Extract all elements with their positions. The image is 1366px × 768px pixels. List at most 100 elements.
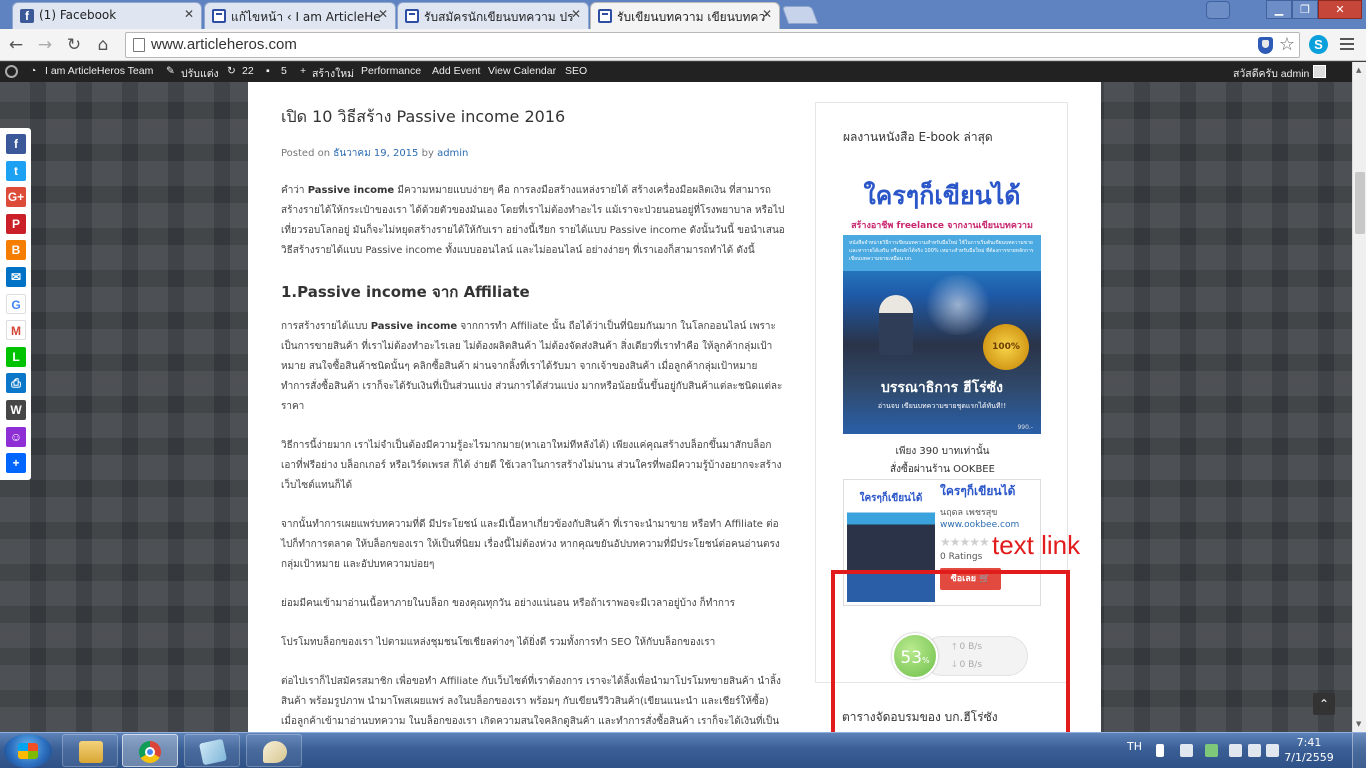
network-icon[interactable] [1248, 744, 1261, 757]
post-title[interactable]: เปิด 10 วิธีสร้าง Passive income 2016 [281, 105, 786, 130]
facebook-icon[interactable]: f [6, 134, 26, 154]
widget-title: ผลงานหนังสือ E-book ล่าสุด [843, 130, 993, 144]
hamburger-menu-icon[interactable] [1340, 38, 1354, 53]
scroll-up-arrow-icon[interactable]: ▲ [1356, 66, 1361, 74]
line-icon[interactable]: L [6, 346, 26, 367]
reload-icon[interactable]: ↻ [63, 34, 85, 56]
scroll-to-top-button[interactable]: ⌃ [1313, 693, 1335, 715]
gmail-icon[interactable]: M [6, 320, 26, 341]
book-art: หนังสือจำหน่ายวิธีการเขียนบทความสำหรับมื… [843, 235, 1041, 434]
usb-device-icon[interactable] [1229, 744, 1242, 757]
tab-recruit-writers[interactable]: รับสมัครนักเขียนบทความ ประ ✕ [397, 2, 589, 29]
browser-tab-strip: f (1) Facebook ✕ แก้ไขหน้า ‹ I am Articl… [0, 0, 1366, 29]
post-paragraph: จากนั้นทำการเผยแพร่บทความที่ดี มีประโยชน… [281, 519, 780, 570]
minimize-button[interactable]: ▁ [1266, 0, 1292, 19]
ookbee-title[interactable]: ใครๆก็เขียนได้ [940, 482, 1015, 501]
tab-edit-page[interactable]: แก้ไขหน้า ‹ I am ArticleHeros ✕ [204, 2, 396, 29]
start-button[interactable] [4, 734, 52, 768]
ookbee-author: นฤดล เพชรสุข [940, 508, 998, 518]
book-author: บรรณาธิการ ฮีโร่ซัง [881, 380, 1003, 396]
windows-logo-icon [18, 743, 38, 759]
show-desktop-button[interactable] [1352, 733, 1366, 768]
home-icon[interactable]: ⌂ [92, 34, 114, 56]
wp-admin-bar: ◔ I am ArticleHeros Team ✎ ปรับแต่ง ↻ 22… [0, 62, 1352, 82]
twitter-icon[interactable]: t [6, 160, 26, 181]
close-icon[interactable]: ✕ [378, 7, 388, 21]
ookbee-site-link[interactable]: www.ookbee.com [940, 520, 1019, 530]
chrome-icon [139, 741, 161, 763]
book-price: 990.- [1017, 424, 1033, 431]
wordpress-icon[interactable]: W [6, 400, 26, 420]
wordpress-page-icon [212, 9, 226, 23]
bookmark-star-icon[interactable]: ☆ [1279, 34, 1295, 55]
google-plus-icon[interactable]: G+ [6, 187, 26, 208]
vertical-scrollbar[interactable]: ▲ ▼ [1352, 62, 1366, 732]
blogger-icon[interactable]: B [6, 240, 26, 261]
admin-site-name[interactable]: I am ArticleHeros Team [45, 65, 153, 77]
admin-seo[interactable]: SEO [565, 65, 587, 77]
close-icon[interactable]: ✕ [762, 7, 772, 21]
tab-facebook[interactable]: f (1) Facebook ✕ [12, 2, 202, 29]
wordpress-logo-icon[interactable] [5, 65, 18, 78]
writer-figure [879, 295, 913, 355]
admin-customize[interactable]: ปรับแต่ง [181, 65, 219, 82]
store-text: สั่งซื้อผ่านร้าน OOKBEE [890, 464, 995, 475]
admin-updates-count[interactable]: 22 [242, 65, 254, 77]
user-profile-icon[interactable] [1206, 1, 1230, 19]
ookbee-cover-title: ใครๆก็เขียนได้ [859, 493, 923, 504]
forward-arrow-icon[interactable]: → [34, 34, 56, 56]
email-icon[interactable]: ✉ [6, 267, 26, 287]
admin-performance[interactable]: Performance [361, 65, 421, 77]
post-author-link[interactable]: admin [437, 148, 468, 159]
skype-extension-icon[interactable]: S [1309, 35, 1328, 54]
scrollbar-thumb[interactable] [1355, 172, 1365, 234]
admin-comments-count[interactable]: 5 [281, 65, 287, 77]
post-paragraph: วิธีการนี้ง่ายมาก เราไม่จำเป็นต้องมีความ… [281, 440, 782, 491]
brush-icon: ✎ [166, 65, 175, 77]
admin-greeting[interactable]: สวัสดีครับ admin [1233, 65, 1309, 82]
system-clock[interactable]: 7:41 7/1/2559 [1284, 735, 1334, 765]
language-indicator[interactable]: TH [1127, 740, 1142, 753]
restore-button[interactable]: ❐ [1292, 0, 1318, 19]
posted-on-label: Posted on [281, 148, 331, 159]
close-icon[interactable]: ✕ [184, 7, 194, 21]
book-tagline: อ่านจบ เขียนบทความขายชุดแรกได้ทันที!! [877, 402, 1007, 410]
post-date-link[interactable]: ธันวาคม 19, 2015 [333, 148, 418, 159]
ebook-cover-image[interactable]: ใครๆก็เขียนได้ สร้างอาชีพ freelance จากง… [843, 171, 1041, 434]
taskbar-chrome[interactable] [122, 734, 178, 767]
admin-new[interactable]: สร้างใหม่ [312, 65, 354, 82]
close-icon[interactable]: ✕ [571, 7, 581, 21]
window-controls: ▁ ❐ ✕ [1266, 0, 1362, 20]
pinterest-icon[interactable]: P [6, 213, 26, 234]
back-arrow-icon[interactable]: ← [5, 34, 27, 56]
plus-icon: + [300, 65, 307, 77]
bold-text: Passive income [370, 321, 458, 332]
shield-extension-icon[interactable] [1258, 37, 1273, 54]
dashboard-gauge-icon: ◔ [30, 65, 37, 77]
tab-article-writing[interactable]: รับเขียนบทความ เขียนบทควา ✕ [590, 2, 780, 29]
scroll-down-arrow-icon[interactable]: ▼ [1356, 720, 1361, 728]
text: การสร้างรายได้แบบ [281, 321, 371, 332]
print-icon[interactable]: ⎙ [6, 373, 26, 394]
address-bar[interactable]: www.articleheros.com ☆ [125, 32, 1300, 58]
show-hidden-icons[interactable] [1156, 744, 1164, 757]
bold-text: Passive income [307, 185, 395, 196]
avatar[interactable] [1313, 65, 1326, 78]
browser-toolbar: ← → ↻ ⌂ www.articleheros.com ☆ S [0, 29, 1366, 61]
close-window-button[interactable]: ✕ [1318, 0, 1362, 19]
admin-add-event[interactable]: Add Event [432, 65, 480, 77]
share-more-icon[interactable]: + [6, 453, 26, 474]
tab-title: รับเขียนบทความ เขียนบทควา [617, 10, 767, 24]
post-meta: Posted on ธันวาคม 19, 2015 by admin [281, 146, 786, 161]
admin-view-calendar[interactable]: View Calendar [488, 65, 556, 77]
taskbar-explorer[interactable] [62, 734, 118, 767]
new-tab-button[interactable] [781, 6, 819, 24]
volume-icon[interactable] [1266, 744, 1279, 757]
flag-icon[interactable] [1180, 744, 1193, 757]
security-icon[interactable] [1205, 744, 1218, 757]
mixi-icon[interactable]: ☺ [6, 426, 26, 447]
taskbar-paint[interactable] [246, 734, 302, 767]
folder-icon [79, 741, 103, 763]
taskbar-notepad[interactable] [184, 734, 240, 767]
google-icon[interactable]: G [6, 293, 26, 314]
